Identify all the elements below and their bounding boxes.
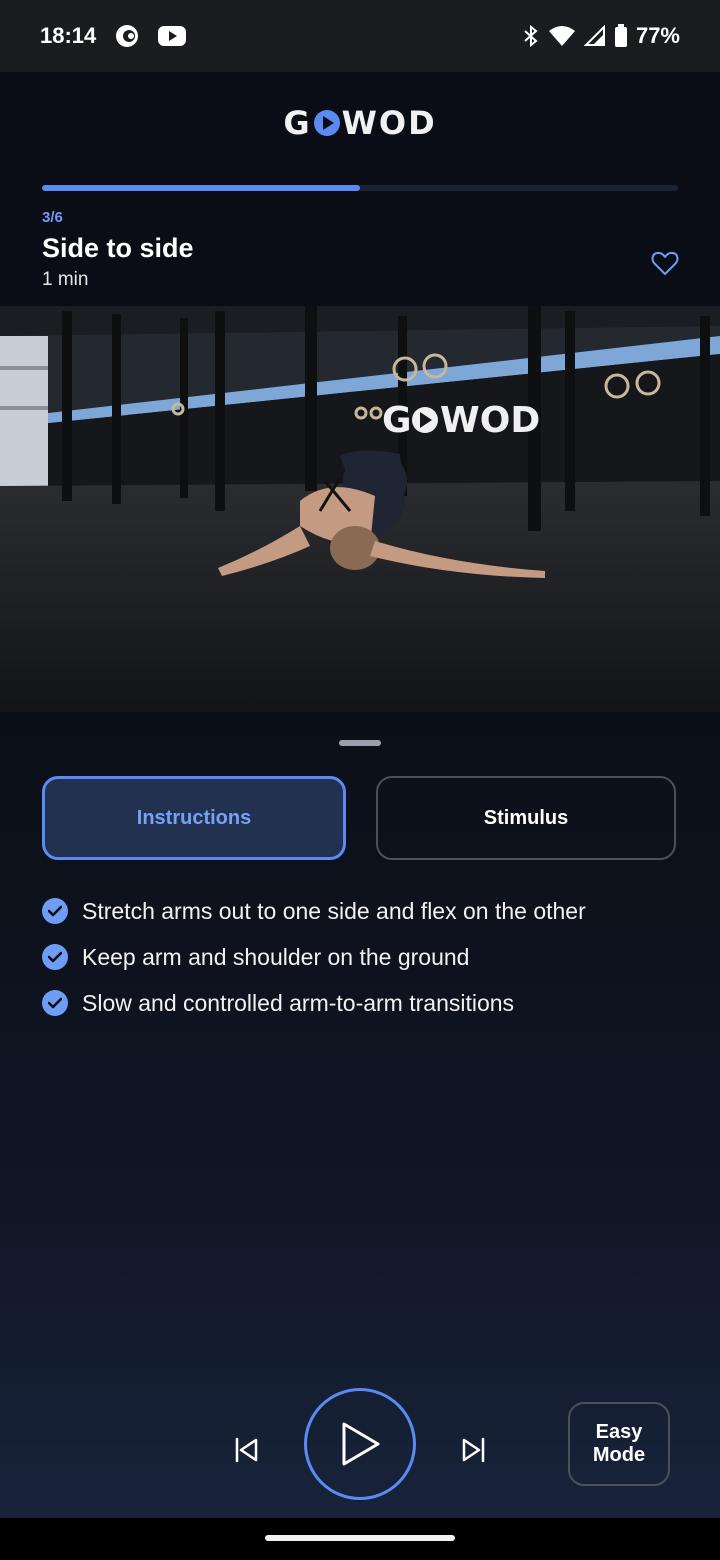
workout-header: G WOD 3/6 Side to side 1 min <box>0 72 720 306</box>
skip-next-icon <box>462 1437 485 1463</box>
playback-controls: Easy Mode <box>0 1388 720 1508</box>
exercise-video[interactable]: G WOD <box>0 306 720 712</box>
vpn-icon <box>114 23 140 49</box>
workout-progress-bar <box>42 185 678 191</box>
next-button[interactable] <box>452 1428 496 1472</box>
system-nav-bar <box>0 1518 720 1560</box>
tab-instructions[interactable]: Instructions <box>42 776 346 860</box>
svg-text:WOD: WOD <box>440 400 540 441</box>
exercise-title: Side to side <box>42 233 194 263</box>
check-icon <box>42 990 68 1016</box>
exercise-duration: 1 min <box>42 269 89 290</box>
gowod-logo: G WOD <box>283 104 437 142</box>
step-count: 3/6 <box>42 209 63 226</box>
check-icon <box>42 898 68 924</box>
heart-icon <box>651 251 679 275</box>
bluetooth-icon <box>522 24 540 48</box>
instruction-text: Stretch arms out to one side and flex on… <box>82 897 586 924</box>
instruction-item: Keep arm and shoulder on the ground <box>42 934 682 980</box>
instruction-item: Slow and controlled arm-to-arm transitio… <box>42 980 682 1026</box>
wall-logo: G WOD <box>382 400 540 441</box>
logo-play-icon <box>313 110 340 136</box>
favorite-button[interactable] <box>650 250 680 278</box>
instruction-text: Slow and controlled arm-to-arm transitio… <box>82 989 515 1016</box>
wifi-icon <box>548 25 576 47</box>
instruction-text: Keep arm and shoulder on the ground <box>82 943 470 970</box>
status-bar: 18:14 77% <box>0 0 720 72</box>
check-icon <box>42 944 68 970</box>
instruction-item: Stretch arms out to one side and flex on… <box>42 888 682 934</box>
exercise-details: Instructions Stimulus Stretch arms out t… <box>0 712 720 1518</box>
easy-mode-button[interactable]: Easy Mode <box>568 1402 670 1486</box>
signal-icon <box>583 25 606 47</box>
status-time: 18:14 <box>40 23 97 48</box>
previous-button[interactable] <box>224 1428 268 1472</box>
instructions-list: Stretch arms out to one side and flex on… <box>42 888 682 1026</box>
play-button[interactable] <box>304 1388 416 1500</box>
youtube-icon <box>158 25 187 47</box>
svg-text:G: G <box>382 400 412 441</box>
battery-icon <box>614 24 628 48</box>
skip-previous-icon <box>235 1437 258 1463</box>
workout-progress-fill <box>42 185 360 191</box>
tab-stimulus[interactable]: Stimulus <box>376 776 676 860</box>
drag-handle[interactable] <box>339 740 381 746</box>
battery-percent: 77% <box>635 23 680 48</box>
home-indicator[interactable] <box>265 1535 455 1541</box>
video-frame: G WOD <box>0 306 720 712</box>
play-icon <box>342 1422 380 1466</box>
